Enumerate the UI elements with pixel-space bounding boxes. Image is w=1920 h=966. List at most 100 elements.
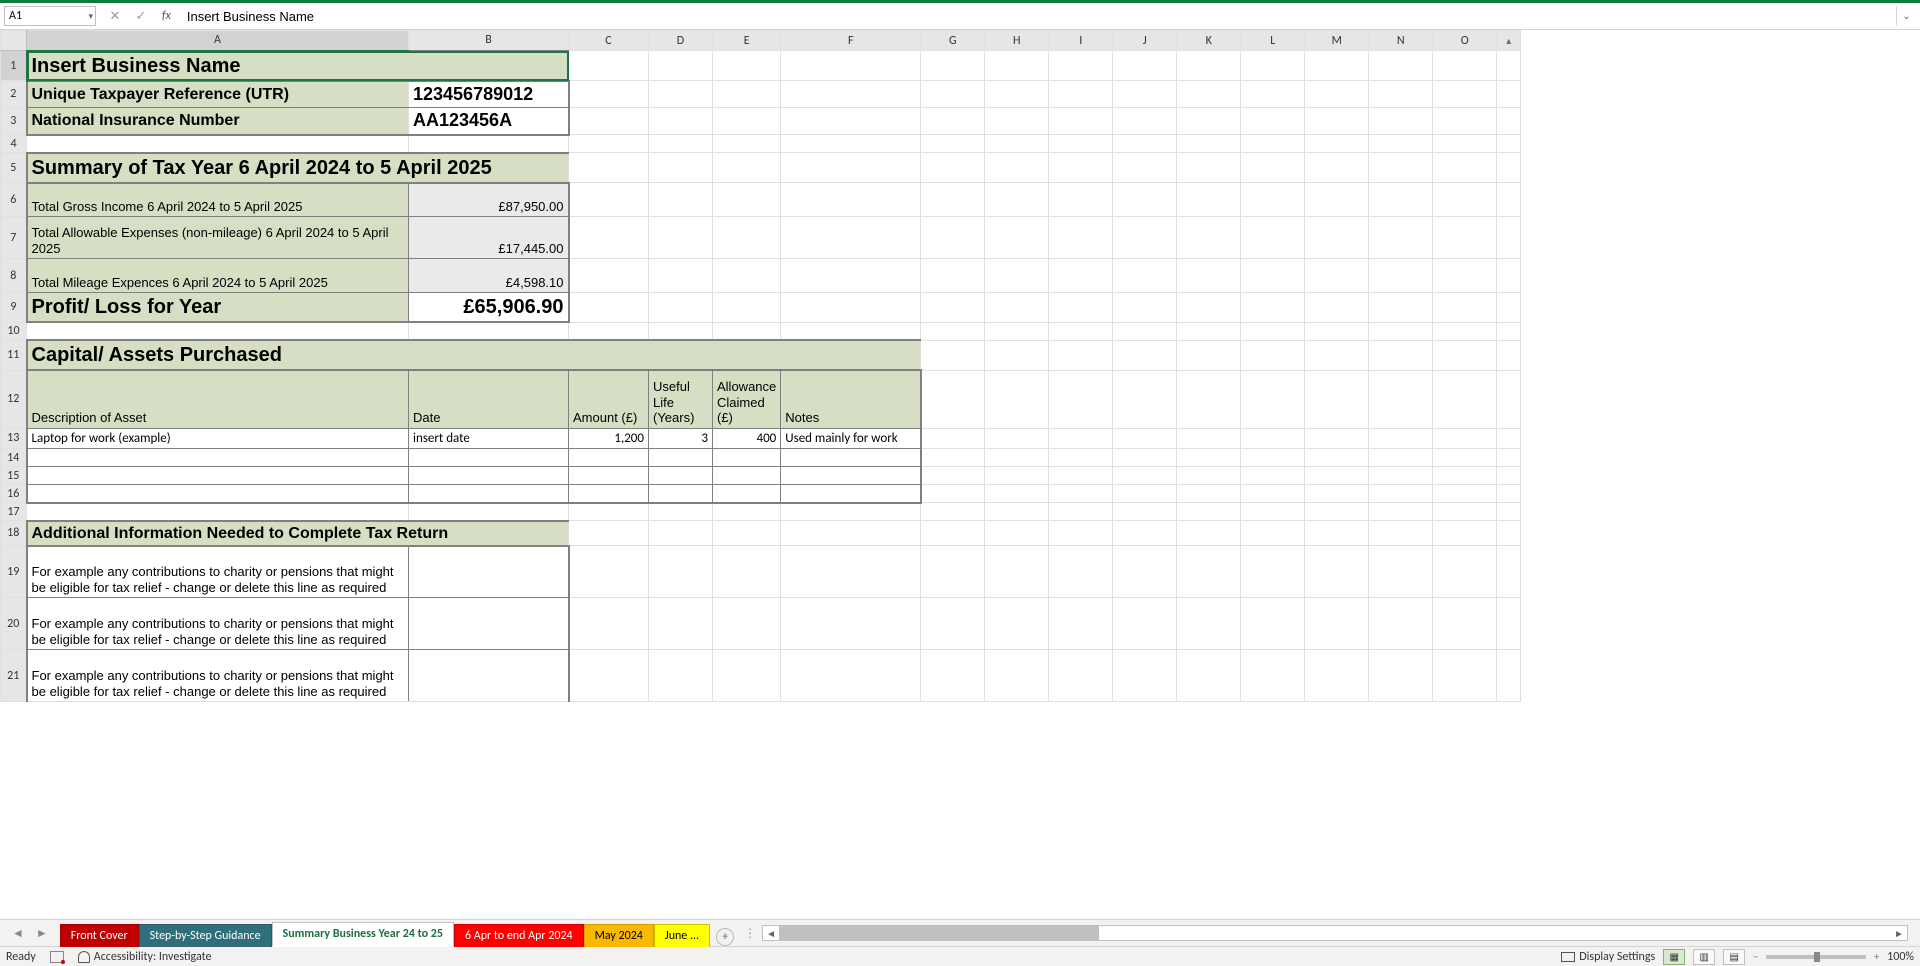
col-header-B[interactable]: B xyxy=(409,31,569,51)
cell-I2[interactable] xyxy=(1049,81,1113,108)
cell-J7[interactable] xyxy=(1113,217,1177,259)
cell-E1[interactable] xyxy=(713,51,781,81)
cell-E5[interactable] xyxy=(713,153,781,183)
cell-B3[interactable]: AA123456A xyxy=(409,108,569,135)
cell-P4[interactable] xyxy=(1497,135,1521,153)
cell-I8[interactable] xyxy=(1049,259,1113,293)
cell-G8[interactable] xyxy=(921,259,985,293)
tab-front-cover[interactable]: Front Cover xyxy=(60,924,139,947)
cell-K2[interactable] xyxy=(1177,81,1241,108)
cell-L1[interactable] xyxy=(1241,51,1305,81)
cell-A19[interactable]: For example any contributions to charity… xyxy=(27,546,409,598)
cell-H14[interactable] xyxy=(985,449,1049,467)
cell-P12[interactable] xyxy=(1497,370,1521,428)
cell-C13[interactable]: 1,200 xyxy=(569,428,649,449)
cell-B20[interactable] xyxy=(409,598,569,650)
cell-G15[interactable] xyxy=(921,467,985,485)
cell-F2[interactable] xyxy=(781,81,921,108)
cell-O6[interactable] xyxy=(1433,183,1497,217)
cell-K12[interactable] xyxy=(1177,370,1241,428)
col-header-O[interactable]: O xyxy=(1433,31,1497,51)
add-sheet-button[interactable]: + xyxy=(716,928,734,946)
cell-H20[interactable] xyxy=(985,598,1049,650)
tab-split-handle[interactable]: ⋮ xyxy=(744,926,756,941)
cell-J2[interactable] xyxy=(1113,81,1177,108)
col-header-M[interactable]: M xyxy=(1305,31,1369,51)
cell-I10[interactable] xyxy=(1049,322,1113,340)
cell-G5[interactable] xyxy=(921,153,985,183)
cell-N9[interactable] xyxy=(1369,293,1433,323)
cell-A17[interactable] xyxy=(27,503,409,521)
cell-D8[interactable] xyxy=(649,259,713,293)
cell-A9[interactable]: Profit/ Loss for Year xyxy=(27,293,409,323)
cell-K5[interactable] xyxy=(1177,153,1241,183)
cell-P20[interactable] xyxy=(1497,598,1521,650)
cell-C5[interactable] xyxy=(569,153,649,183)
cell-P17[interactable] xyxy=(1497,503,1521,521)
cell-I13[interactable] xyxy=(1049,428,1113,449)
cell-K15[interactable] xyxy=(1177,467,1241,485)
hscroll-right-icon[interactable]: ► xyxy=(1891,927,1907,940)
cell-C6[interactable] xyxy=(569,183,649,217)
cell-J1[interactable] xyxy=(1113,51,1177,81)
row-header-7[interactable]: 7 xyxy=(1,217,27,259)
cell-J3[interactable] xyxy=(1113,108,1177,135)
cell-H7[interactable] xyxy=(985,217,1049,259)
cell-B9[interactable]: £65,906.90 xyxy=(409,293,569,323)
cell-G9[interactable] xyxy=(921,293,985,323)
cell-A3[interactable]: National Insurance Number xyxy=(27,108,409,135)
cell-N3[interactable] xyxy=(1369,108,1433,135)
tab-nav-next-icon[interactable]: ► xyxy=(30,926,54,941)
cell-C14[interactable] xyxy=(569,449,649,467)
cell-D20[interactable] xyxy=(649,598,713,650)
cell-C19[interactable] xyxy=(569,546,649,598)
cell-N11[interactable] xyxy=(1369,340,1433,370)
row-header-12[interactable]: 12 xyxy=(1,370,27,428)
cell-N10[interactable] xyxy=(1369,322,1433,340)
cell-D15[interactable] xyxy=(649,467,713,485)
cell-I18[interactable] xyxy=(1049,521,1113,546)
cell-I21[interactable] xyxy=(1049,650,1113,702)
row-header-13[interactable]: 13 xyxy=(1,428,27,449)
cell-C10[interactable] xyxy=(569,322,649,340)
cell-N17[interactable] xyxy=(1369,503,1433,521)
cell-N1[interactable] xyxy=(1369,51,1433,81)
cell-E13[interactable]: 400 xyxy=(713,428,781,449)
cell-I17[interactable] xyxy=(1049,503,1113,521)
cell-M12[interactable] xyxy=(1305,370,1369,428)
cell-P19[interactable] xyxy=(1497,546,1521,598)
cell-F14[interactable] xyxy=(781,449,921,467)
hscroll-thumb[interactable] xyxy=(779,926,1099,940)
cell-L4[interactable] xyxy=(1241,135,1305,153)
cell-M13[interactable] xyxy=(1305,428,1369,449)
cell-J8[interactable] xyxy=(1113,259,1177,293)
cell-M10[interactable] xyxy=(1305,322,1369,340)
row-header-18[interactable]: 18 xyxy=(1,521,27,546)
cell-H9[interactable] xyxy=(985,293,1049,323)
col-header-G[interactable]: G xyxy=(921,31,985,51)
cell-P8[interactable] xyxy=(1497,259,1521,293)
cell-M17[interactable] xyxy=(1305,503,1369,521)
cell-L15[interactable] xyxy=(1241,467,1305,485)
col-header-K[interactable]: K xyxy=(1177,31,1241,51)
cell-L18[interactable] xyxy=(1241,521,1305,546)
macro-record-icon[interactable] xyxy=(50,951,64,963)
tab-step-by-step[interactable]: Step-by-Step Guidance xyxy=(139,924,272,947)
cell-B17[interactable] xyxy=(409,503,569,521)
cell-J15[interactable] xyxy=(1113,467,1177,485)
cell-H17[interactable] xyxy=(985,503,1049,521)
cell-N16[interactable] xyxy=(1369,485,1433,503)
view-normal-button[interactable]: ▦ xyxy=(1663,949,1685,965)
cell-H15[interactable] xyxy=(985,467,1049,485)
cell-H5[interactable] xyxy=(985,153,1049,183)
cell-K4[interactable] xyxy=(1177,135,1241,153)
cell-K20[interactable] xyxy=(1177,598,1241,650)
cell-L3[interactable] xyxy=(1241,108,1305,135)
cell-C20[interactable] xyxy=(569,598,649,650)
cell-L7[interactable] xyxy=(1241,217,1305,259)
cell-C17[interactable] xyxy=(569,503,649,521)
cell-J16[interactable] xyxy=(1113,485,1177,503)
cell-E15[interactable] xyxy=(713,467,781,485)
cell-G17[interactable] xyxy=(921,503,985,521)
cell-M14[interactable] xyxy=(1305,449,1369,467)
